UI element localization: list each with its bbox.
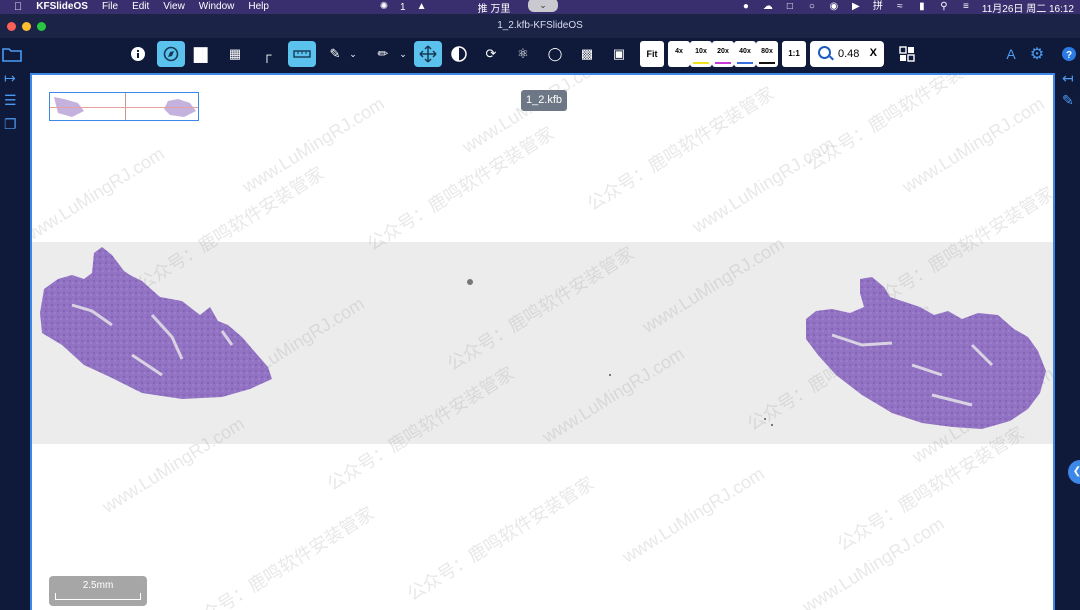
ruler-icon[interactable]	[288, 41, 316, 67]
mag-20x-button[interactable]: 20x	[712, 41, 734, 67]
tissue-sections	[40, 247, 1046, 429]
cloud-icon[interactable]: ☁	[762, 2, 774, 12]
barcode-icon[interactable]: █▌	[190, 41, 216, 67]
zoom-input[interactable]: 0.48 X	[810, 41, 884, 67]
battery-icon[interactable]: ▮	[916, 2, 928, 12]
folder-icon[interactable]	[0, 41, 24, 67]
search-icon[interactable]: ⚲	[938, 2, 950, 12]
mag-80x-label: 80x	[761, 48, 773, 55]
menu-view[interactable]: View	[163, 0, 185, 14]
contrast-icon[interactable]	[446, 41, 472, 67]
mag-40x-button[interactable]: 40x	[734, 41, 756, 67]
play-icon[interactable]: ▶	[850, 2, 862, 12]
slide-viewer[interactable]: www.LuMingRJ.com www.LuMingRJ.com www.Lu…	[30, 73, 1055, 610]
mountain-icon[interactable]: ▲	[416, 2, 428, 12]
list-icon[interactable]: ☰	[4, 92, 17, 109]
apple-icon[interactable]: 	[14, 1, 22, 13]
navigator-crosshair-horizontal	[50, 107, 198, 108]
scale-bar-label: 2.5mm	[82, 580, 114, 591]
layout-icon[interactable]	[894, 41, 920, 67]
menu-file[interactable]: File	[102, 0, 118, 14]
collapse-panel-icon[interactable]: ↤	[1062, 70, 1074, 87]
file-name-badge: 1_2.kfb	[521, 90, 567, 111]
corner-icon[interactable]: ┌	[254, 41, 280, 67]
crop-icon[interactable]: ▩	[574, 41, 600, 67]
scale-bar-ruler	[55, 593, 141, 600]
chevron-down-icon[interactable]: ⌄	[396, 41, 410, 67]
mag-4x-button[interactable]: 4x	[668, 41, 690, 67]
record-icon[interactable]: ◉	[828, 2, 840, 12]
circle-icon[interactable]: ◯	[542, 41, 568, 67]
thumbnail-navigator[interactable]	[49, 92, 199, 121]
camera-icon[interactable]: ▣	[606, 41, 632, 67]
annotate-icon[interactable]: ✎	[322, 41, 348, 67]
info-icon[interactable]	[125, 41, 151, 67]
left-sidebar: ↦ ☰ ❐	[0, 70, 28, 610]
svg-text:?: ?	[1066, 50, 1072, 61]
menu-app-name[interactable]: KFSlideOS	[36, 0, 88, 14]
gear-icon[interactable]: ⚙	[1024, 41, 1050, 67]
window-title: 1_2.kfb-KFSlideOS	[497, 20, 583, 31]
chevron-down-icon[interactable]: ⌄	[528, 0, 558, 12]
status-text: 推 万里	[477, 3, 511, 15]
rotate-icon[interactable]: ⟳	[478, 41, 504, 67]
microscope-icon[interactable]: ⚛	[510, 41, 536, 67]
tissue-section-left	[40, 247, 272, 399]
copy-icon[interactable]: ❐	[4, 116, 17, 133]
pen-icon[interactable]: ✏	[370, 41, 396, 67]
menu-window[interactable]: Window	[199, 0, 235, 14]
clock[interactable]: 11月26日 周二 16:12	[982, 0, 1074, 15]
chevron-down-icon[interactable]: ⌄	[346, 41, 360, 67]
mag-10x-button[interactable]: 10x	[690, 41, 712, 67]
menu-help[interactable]: Help	[248, 0, 269, 14]
tissue-section-right	[806, 277, 1046, 429]
mag-4x-label: 4x	[675, 48, 683, 55]
toolbar: █▌ ▦ ┌ ✎ ⌄ ✏ ⌄ ⟳ ⚛ ◯ ▩ ▣ Fit 4x 10x 20x …	[0, 38, 1080, 70]
expand-panel-icon[interactable]: ↦	[4, 70, 16, 87]
input-method-icon[interactable]: 拼	[872, 2, 884, 12]
globe-icon[interactable]: ●	[740, 2, 752, 12]
right-sidebar: ↤ ✎	[1056, 70, 1080, 610]
wifi-icon[interactable]: ≈	[894, 2, 906, 12]
font-icon[interactable]: A	[998, 41, 1024, 67]
menu-bar:  KFSlideOS File Edit View Window Help ✺…	[0, 0, 1080, 15]
mag-20x-label: 20x	[717, 48, 729, 55]
mag-40x-label: 40x	[739, 48, 751, 55]
zoom-value[interactable]: 0.48	[838, 48, 859, 60]
window-icon[interactable]: □	[784, 2, 796, 12]
mag-10x-label: 10x	[695, 48, 707, 55]
wechat-icon[interactable]: ○	[806, 2, 818, 12]
control-center-icon[interactable]: ≡	[960, 2, 972, 12]
one-to-one-button[interactable]: 1:1	[782, 41, 806, 67]
fit-button[interactable]: Fit	[640, 41, 664, 67]
mag-80x-button[interactable]: 80x	[756, 41, 778, 67]
status-count: 1	[400, 1, 406, 13]
bird-icon[interactable]: ✺	[378, 2, 390, 12]
brush-icon[interactable]: ✎	[1062, 92, 1074, 109]
scale-bar: 2.5mm	[49, 576, 147, 606]
title-bar: 1_2.kfb-KFSlideOS	[0, 14, 1080, 38]
grid-icon[interactable]: ▦	[222, 41, 248, 67]
zoom-clear-button[interactable]: X	[870, 47, 877, 59]
help-icon[interactable]: ?	[1056, 41, 1080, 67]
move-icon[interactable]	[414, 41, 442, 67]
compass-icon[interactable]	[157, 41, 185, 67]
menu-edit[interactable]: Edit	[132, 0, 149, 14]
